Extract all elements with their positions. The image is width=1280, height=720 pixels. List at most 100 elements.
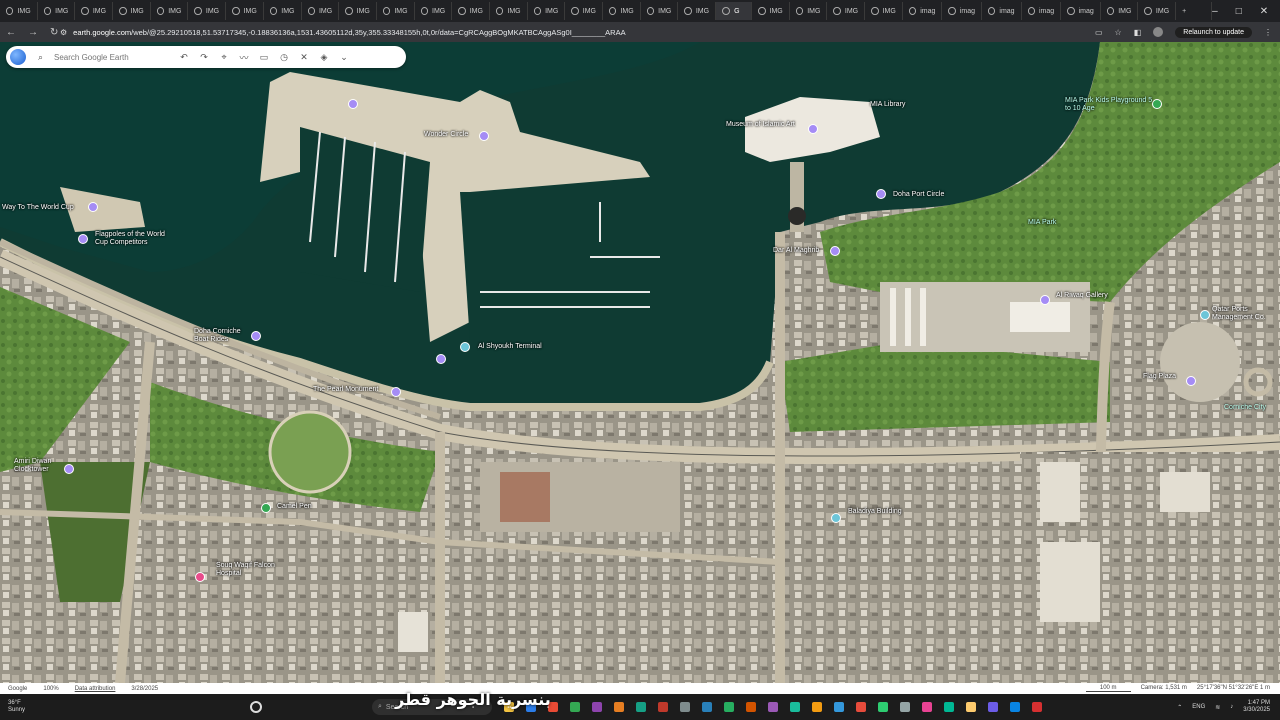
- browser-tab[interactable]: IMG: [264, 2, 302, 20]
- place-label[interactable]: Camel Pen: [277, 503, 312, 511]
- place-label[interactable]: Dar Al Maghrib: [773, 247, 819, 255]
- taskbar-app-icon[interactable]: [702, 702, 712, 712]
- taskbar-app-icon[interactable]: [1010, 702, 1020, 712]
- place-label[interactable]: Souq Waqif Falcon Hospital: [216, 562, 276, 578]
- place-label[interactable]: MIA Park: [1028, 219, 1056, 227]
- place-label[interactable]: Al Shyoukh Terminal: [478, 343, 542, 351]
- data-attribution-link[interactable]: Data attribution: [75, 686, 116, 692]
- taskbar-app-icon[interactable]: [856, 702, 866, 712]
- browser-tab[interactable]: imag: [982, 2, 1022, 20]
- place-label[interactable]: Flag Plaza: [1143, 373, 1176, 381]
- place-pin[interactable]: [460, 342, 470, 352]
- pin-icon[interactable]: ⌖: [214, 52, 234, 63]
- place-pin[interactable]: [830, 246, 840, 256]
- browser-tab[interactable]: IMG: [226, 2, 264, 20]
- browser-tab[interactable]: imag: [1061, 2, 1101, 20]
- place-label[interactable]: Baladiya Building: [848, 508, 902, 516]
- taskbar-app-icon[interactable]: [636, 702, 646, 712]
- taskbar-app-icon[interactable]: [988, 702, 998, 712]
- browser-tab[interactable]: IMG: [452, 2, 490, 20]
- volume-icon[interactable]: ♪: [1230, 704, 1233, 710]
- search-input[interactable]: [54, 52, 174, 62]
- browser-tab[interactable]: IMG: [1138, 2, 1177, 20]
- wifi-icon[interactable]: ≋: [1215, 704, 1220, 711]
- taskbar-app-icon[interactable]: [570, 702, 580, 712]
- hospital-pin[interactable]: [195, 572, 205, 582]
- search-icon[interactable]: ⌕: [38, 52, 48, 63]
- browser-tab[interactable]: IMG: [75, 2, 114, 20]
- place-label[interactable]: Al Riwaq Gallery: [1056, 292, 1108, 300]
- layers-icon[interactable]: ◈: [314, 52, 334, 63]
- browser-tab[interactable]: IMG: [1101, 2, 1139, 20]
- taskbar-app-icon[interactable]: [922, 702, 932, 712]
- browser-tab[interactable]: imag: [1022, 2, 1062, 20]
- taskbar-app-icon[interactable]: [966, 702, 976, 712]
- browser-tab[interactable]: IMG: [565, 2, 603, 20]
- browser-tab[interactable]: IMG: [490, 2, 528, 20]
- taskbar-app-icon[interactable]: [944, 702, 954, 712]
- forward-icon[interactable]: →: [28, 27, 38, 38]
- browser-tab[interactable]: IMG: [302, 2, 340, 20]
- reload-icon[interactable]: ↻: [50, 27, 58, 38]
- satellite-map[interactable]: Wonder Circle Museum of Islamic Art MIA …: [0, 42, 1280, 683]
- place-label[interactable]: Wonder Circle: [424, 131, 468, 139]
- browser-tab[interactable]: IMG: [641, 2, 679, 20]
- language-indicator[interactable]: ENG: [1192, 704, 1205, 710]
- project-icon[interactable]: ✕: [294, 52, 314, 63]
- place-label[interactable]: Way To The World Cup: [2, 204, 74, 212]
- place-pin[interactable]: [436, 354, 446, 364]
- place-pin[interactable]: [1186, 376, 1196, 386]
- new-tab-button[interactable]: +: [1176, 2, 1213, 20]
- browser-tab[interactable]: G: [716, 2, 753, 20]
- browser-tab[interactable]: IMG: [377, 2, 415, 20]
- taskbar-app-icon[interactable]: [592, 702, 602, 712]
- browser-tab[interactable]: IMG: [151, 2, 189, 20]
- taskbar-app-icon[interactable]: [900, 702, 910, 712]
- place-pin[interactable]: [808, 124, 818, 134]
- browser-tab[interactable]: IMG: [603, 2, 641, 20]
- history-icon[interactable]: ◷: [274, 52, 294, 63]
- place-pin[interactable]: [831, 513, 841, 523]
- place-label[interactable]: Flagpoles of the World Cup Competitors: [95, 231, 175, 247]
- place-pin[interactable]: [1200, 310, 1210, 320]
- browser-tab[interactable]: IMG: [0, 2, 38, 20]
- browser-tab[interactable]: IMG: [38, 2, 76, 20]
- place-label[interactable]: Amiri Diwan Clocktower: [14, 458, 64, 474]
- measure-icon[interactable]: ▭: [254, 52, 274, 63]
- place-pin[interactable]: [391, 387, 401, 397]
- relaunch-button[interactable]: Relaunch to update: [1175, 26, 1252, 38]
- start-icon[interactable]: [250, 701, 262, 713]
- taskbar-app-icon[interactable]: [724, 702, 734, 712]
- minimize-button[interactable]: –: [1212, 6, 1218, 17]
- place-pin[interactable]: [348, 99, 358, 109]
- menu-dots-icon[interactable]: ⋮: [1264, 28, 1272, 37]
- close-window-button[interactable]: ✕: [1260, 6, 1268, 17]
- taskbar-app-icon[interactable]: [746, 702, 756, 712]
- browser-tab[interactable]: IMG: [188, 2, 227, 20]
- place-label[interactable]: Corniche City: [1224, 404, 1280, 412]
- browser-tab[interactable]: IMG: [678, 2, 717, 20]
- taskbar-app-icon[interactable]: [812, 702, 822, 712]
- path-icon[interactable]: 〰: [234, 51, 254, 64]
- place-label[interactable]: Doha Port Circle: [893, 191, 944, 199]
- maximize-button[interactable]: □: [1236, 6, 1242, 17]
- taskbar-app-icon[interactable]: [878, 702, 888, 712]
- chevron-down-icon[interactable]: ⌄: [334, 52, 354, 63]
- taskbar-app-icon[interactable]: [680, 702, 690, 712]
- cast-icon[interactable]: ▭: [1095, 28, 1103, 37]
- place-pin[interactable]: [64, 464, 74, 474]
- browser-tab[interactable]: imag: [903, 2, 943, 20]
- google-earth-menu-button[interactable]: [8, 47, 28, 67]
- redo-icon[interactable]: ↷: [194, 52, 214, 63]
- place-label[interactable]: MIA Park Kids Playground 5 to 10 Age: [1065, 97, 1155, 113]
- back-icon[interactable]: ←: [6, 27, 16, 38]
- place-label[interactable]: The Pearl Monument: [313, 386, 378, 394]
- chevron-up-icon[interactable]: ⌃: [1177, 704, 1182, 711]
- park-pin[interactable]: [261, 503, 271, 513]
- place-label[interactable]: Qatar Ports Management Co.: [1212, 306, 1278, 322]
- place-label[interactable]: Museum of Islamic Art: [726, 121, 806, 129]
- place-label[interactable]: Doha Corniche Boat Rides: [194, 328, 254, 344]
- browser-tab[interactable]: IMG: [865, 2, 903, 20]
- place-pin[interactable]: [88, 202, 98, 212]
- browser-tab[interactable]: IMG: [528, 2, 566, 20]
